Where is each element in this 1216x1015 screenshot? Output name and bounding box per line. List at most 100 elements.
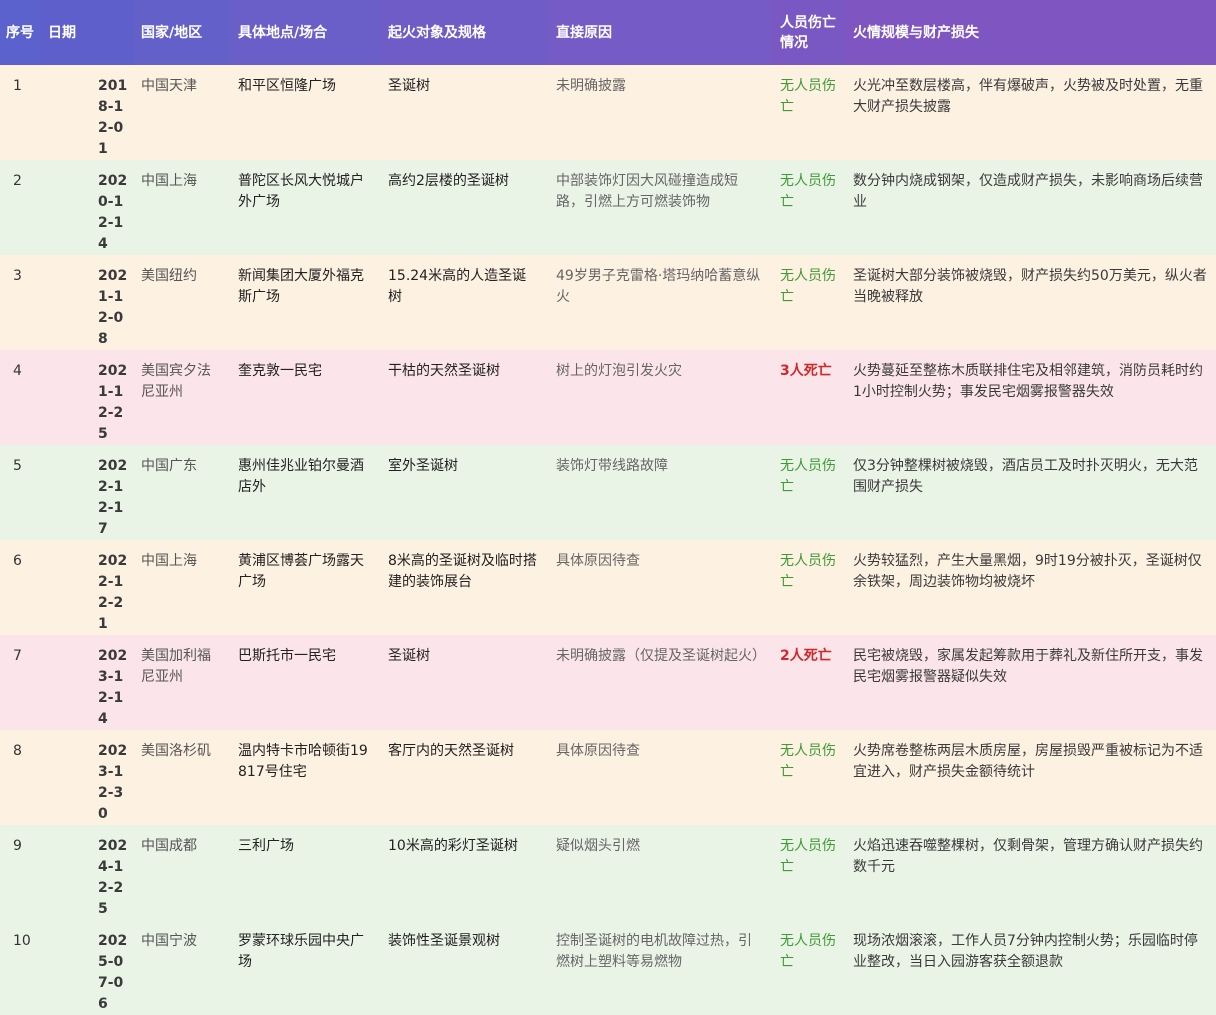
row-object: 圣诞树: [380, 635, 548, 730]
row-loss: 民宅被烧毁，家属发起筹款用于葬礼及新住所开支，事发民宅烟雾报警器疑似失效: [845, 635, 1216, 730]
row-place: 罗蒙环球乐园中央广场: [230, 920, 380, 1015]
row-loss: 火势席卷整栋两层木质房屋，房屋损毁严重被标记为不适宜进入，财产损失金额待统计: [845, 730, 1216, 825]
row-casualty: 2人死亡: [770, 635, 845, 730]
header-casualty: 人员伤亡情况: [770, 0, 845, 65]
row-object: 装饰性圣诞景观树: [380, 920, 548, 1015]
row-date: 2021-12-25: [40, 350, 133, 445]
casualty-none-text: 无人员伤亡: [780, 743, 836, 780]
row-cause: 疑似烟头引燃: [548, 825, 770, 920]
row-date: 2022-12-21: [40, 540, 133, 635]
row-loss: 现场浓烟滚滚，工作人员7分钟内控制火势；乐园临时停业整改，当日入园游客获全额退款: [845, 920, 1216, 1015]
row-date: 2024-12-25: [40, 825, 133, 920]
row-casualty: 无人员伤亡: [770, 160, 845, 255]
row-region: 中国广东: [133, 445, 230, 540]
row-object: 高约2层楼的圣诞树: [380, 160, 548, 255]
header-region: 国家/地区: [133, 0, 230, 65]
row-object: 室外圣诞树: [380, 445, 548, 540]
row-region: 中国上海: [133, 160, 230, 255]
row-region: 美国宾夕法尼亚州: [133, 350, 230, 445]
row-region: 美国纽约: [133, 255, 230, 350]
casualty-death-text: 3人死亡: [780, 363, 832, 379]
casualty-none-text: 无人员伤亡: [780, 268, 836, 305]
row-loss: 数分钟内烧成钢架，仅造成财产损失，未影响商场后续营业: [845, 160, 1216, 255]
row-index: 6: [0, 540, 40, 635]
row-index: 5: [0, 445, 40, 540]
row-object: 8米高的圣诞树及临时搭建的装饰展台: [380, 540, 548, 635]
row-cause: 装饰灯带线路故障: [548, 445, 770, 540]
row-date: 2025-07-06: [40, 920, 133, 1015]
row-region: 中国天津: [133, 65, 230, 160]
casualty-none-text: 无人员伤亡: [780, 458, 836, 495]
row-place: 普陀区长风大悦城户外广场: [230, 160, 380, 255]
row-region: 中国成都: [133, 825, 230, 920]
row-place: 巴斯托市一民宅: [230, 635, 380, 730]
row-object: 客厅内的天然圣诞树: [380, 730, 548, 825]
row-index: 7: [0, 635, 40, 730]
row-object: 干枯的天然圣诞树: [380, 350, 548, 445]
row-cause: 具体原因待查: [548, 730, 770, 825]
row-region: 中国宁波: [133, 920, 230, 1015]
row-region: 美国洛杉矶: [133, 730, 230, 825]
row-casualty: 无人员伤亡: [770, 540, 845, 635]
row-casualty: 无人员伤亡: [770, 920, 845, 1015]
row-cause: 具体原因待查: [548, 540, 770, 635]
table-row: 9 2024-12-25 中国成都 三利广场 10米高的彩灯圣诞树 疑似烟头引燃 无人员伤亡…: [0, 825, 1216, 920]
row-object: 10米高的彩灯圣诞树: [380, 825, 548, 920]
row-date: 2023-12-14: [40, 635, 133, 730]
row-cause: 49岁男子克雷格·塔玛纳哈蓄意纵火: [548, 255, 770, 350]
table-row: 6 2022-12-21 中国上海 黄浦区博荟广场露天广场 8米高的圣诞树及临时搭建的装…: [0, 540, 1216, 635]
row-date: 2020-12-14: [40, 160, 133, 255]
row-index: 8: [0, 730, 40, 825]
row-region: 美国加利福尼亚州: [133, 635, 230, 730]
row-index: 2: [0, 160, 40, 255]
row-casualty: 无人员伤亡: [770, 255, 845, 350]
row-object: 15.24米高的人造圣诞树: [380, 255, 548, 350]
row-date: 2021-12-08: [40, 255, 133, 350]
row-casualty: 无人员伤亡: [770, 445, 845, 540]
row-object: 圣诞树: [380, 65, 548, 160]
header-index: 序号: [0, 0, 40, 65]
row-index: 10: [0, 920, 40, 1015]
row-casualty: 无人员伤亡: [770, 65, 845, 160]
fire-incident-table: 序号 日期 国家/地区 具体地点/场合 起火对象及规格 直接原因 人员伤亡情况 …: [0, 0, 1216, 1015]
row-loss: 仅3分钟整棵树被烧毁，酒店员工及时扑灭明火，无大范围财产损失: [845, 445, 1216, 540]
table-row: 1 2018-12-01 中国天津 和平区恒隆广场 圣诞树 未明确披露 无人员伤亡 火光冲至数…: [0, 65, 1216, 160]
row-loss: 火光冲至数层楼高，伴有爆破声，火势被及时处置，无重大财产损失披露: [845, 65, 1216, 160]
row-loss: 圣诞树大部分装饰被烧毁，财产损失约50万美元，纵火者当晚被释放: [845, 255, 1216, 350]
row-index: 3: [0, 255, 40, 350]
row-place: 温内特卡市哈顿街19817号住宅: [230, 730, 380, 825]
table-row: 2 2020-12-14 中国上海 普陀区长风大悦城户外广场 高约2层楼的圣诞树 中部装饰…: [0, 160, 1216, 255]
row-cause: 未明确披露: [548, 65, 770, 160]
header-object: 起火对象及规格: [380, 0, 548, 65]
row-place: 三利广场: [230, 825, 380, 920]
row-index: 9: [0, 825, 40, 920]
row-date: 2022-12-17: [40, 445, 133, 540]
row-loss: 火焰迅速吞噬整棵树，仅剩骨架，管理方确认财产损失约数千元: [845, 825, 1216, 920]
header-loss: 火情规模与财产损失: [845, 0, 1216, 65]
header-date: 日期: [40, 0, 133, 65]
row-place: 黄浦区博荟广场露天广场: [230, 540, 380, 635]
row-cause: 控制圣诞树的电机故障过热，引燃树上塑料等易燃物: [548, 920, 770, 1015]
row-casualty: 无人员伤亡: [770, 825, 845, 920]
row-casualty: 无人员伤亡: [770, 730, 845, 825]
row-index: 4: [0, 350, 40, 445]
casualty-none-text: 无人员伤亡: [780, 933, 836, 970]
table-row: 5 2022-12-17 中国广东 惠州佳兆业铂尔曼酒店外 室外圣诞树 装饰灯带线路故障无…: [0, 445, 1216, 540]
table-row: 8 2023-12-30 美国洛杉矶 温内特卡市哈顿街19817号住宅 客厅内的天然圣诞…: [0, 730, 1216, 825]
casualty-none-text: 无人员伤亡: [780, 173, 836, 210]
table-header-row: 序号 日期 国家/地区 具体地点/场合 起火对象及规格 直接原因 人员伤亡情况 …: [0, 0, 1216, 65]
row-place: 和平区恒隆广场: [230, 65, 380, 160]
row-loss: 火势较猛烈，产生大量黑烟，9时19分被扑灭，圣诞树仅余铁架，周边装饰物均被烧坏: [845, 540, 1216, 635]
casualty-none-text: 无人员伤亡: [780, 553, 836, 590]
row-loss: 火势蔓延至整栋木质联排住宅及相邻建筑，消防员耗时约1小时控制火势；事发民宅烟雾报…: [845, 350, 1216, 445]
row-date: 2018-12-01: [40, 65, 133, 160]
row-cause: 中部装饰灯因大风碰撞造成短路，引燃上方可燃装饰物: [548, 160, 770, 255]
row-place: 惠州佳兆业铂尔曼酒店外: [230, 445, 380, 540]
table-row: 10 2025-07-06 中国宁波 罗蒙环球乐园中央广场 装饰性圣诞景观树 控制圣诞树的…: [0, 920, 1216, 1015]
row-index: 1: [0, 65, 40, 160]
casualty-none-text: 无人员伤亡: [780, 78, 836, 115]
row-region: 中国上海: [133, 540, 230, 635]
header-cause: 直接原因: [548, 0, 770, 65]
header-place: 具体地点/场合: [230, 0, 380, 65]
row-place: 新闻集团大厦外福克斯广场: [230, 255, 380, 350]
